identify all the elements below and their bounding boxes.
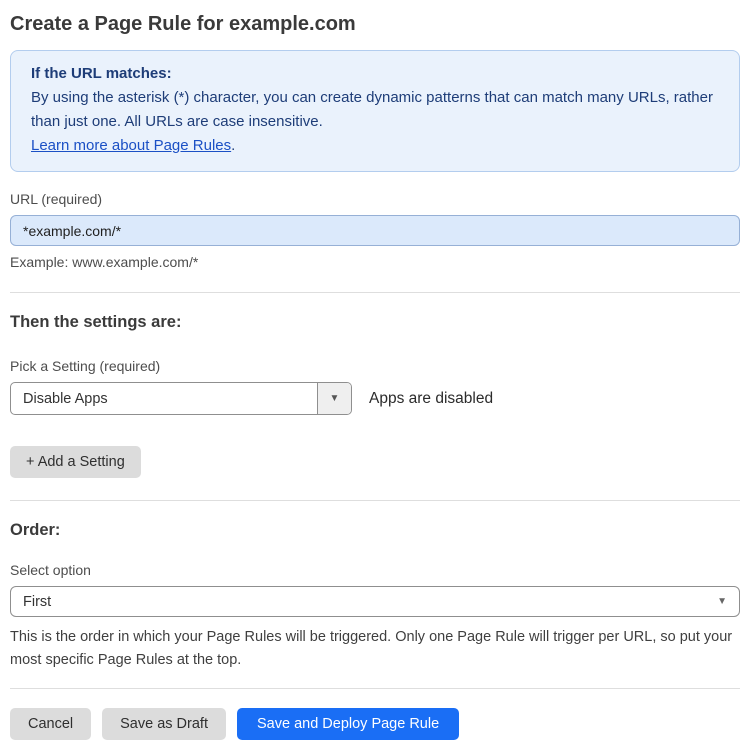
info-box-heading: If the URL matches: [31,65,172,82]
order-select-label: Select option [10,562,91,578]
info-box-body: By using the asterisk (*) character, you… [31,89,713,130]
setting-status-text: Apps are disabled [369,389,494,407]
add-setting-button[interactable]: + Add a Setting [10,446,141,478]
order-helper-text: This is the order in which your Page Rul… [10,629,733,668]
order-select[interactable]: First ▼ [10,586,740,617]
order-select-value: First [23,593,52,610]
learn-more-link[interactable]: Learn more about Page Rules [31,137,231,154]
caret-down-icon: ▼ [717,596,727,607]
footer-actions: Cancel Save as Draft Save and Deploy Pag… [10,708,740,740]
cancel-button[interactable]: Cancel [10,708,92,740]
divider [10,292,740,293]
setting-dropdown-value: Disable Apps [23,390,108,407]
page-title: Create a Page Rule for example.com [10,13,356,35]
save-as-draft-button[interactable]: Save as Draft [102,708,226,740]
order-section-heading: Order: [10,521,61,539]
settings-section-heading: Then the settings are: [10,313,182,331]
link-suffix: . [231,137,236,154]
save-and-deploy-button[interactable]: Save and Deploy Page Rule [236,708,460,740]
url-example-helper: Example: www.example.com/* [10,254,199,270]
setting-row: Disable Apps ▼ Apps are disabled [10,382,740,415]
url-match-info-box: If the URL matches: By using the asteris… [10,50,740,172]
info-link-row: Learn more about Page Rules. [31,134,719,158]
caret-down-icon[interactable]: ▼ [317,383,351,414]
url-input[interactable] [10,215,740,246]
url-field-label: URL (required) [10,191,103,207]
pick-setting-label: Pick a Setting (required) [10,358,161,374]
setting-dropdown[interactable]: Disable Apps ▼ [10,382,352,415]
divider [10,500,740,501]
